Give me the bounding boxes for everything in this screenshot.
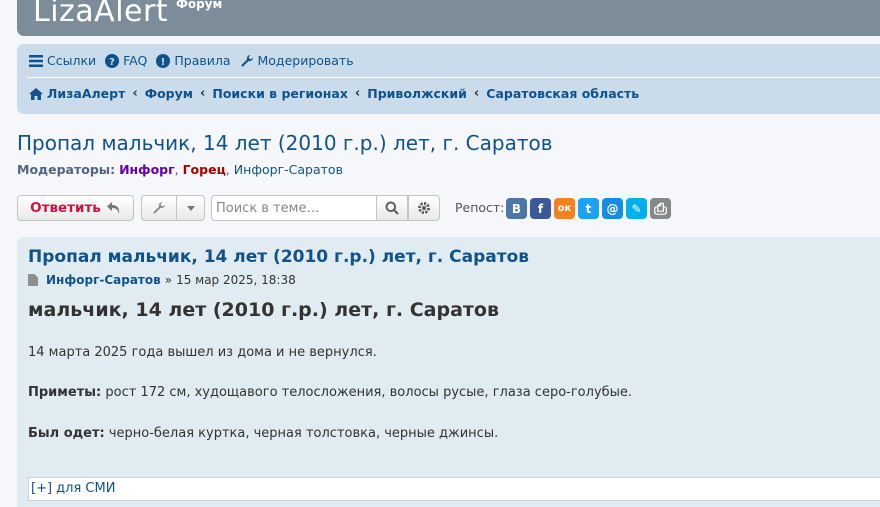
home-icon xyxy=(29,87,43,100)
media-spoiler-toggle[interactable]: [+] для СМИ xyxy=(28,477,880,501)
repost-label: Репост: xyxy=(455,200,505,215)
site-logo[interactable]: LizaAlert xyxy=(33,0,168,29)
quicklink-moderate[interactable]: Модерировать xyxy=(240,53,354,68)
quick-links: Ссылки ? FAQ ! Правила Модерировать xyxy=(29,53,354,68)
quicklink-faq[interactable]: ? FAQ xyxy=(105,53,147,68)
post-paragraph: Был одет: черно-белая куртка, черная тол… xyxy=(28,426,498,441)
reply-button[interactable]: Ответить xyxy=(17,195,134,221)
post-file-icon xyxy=(28,274,38,286)
breadcrumb-saratov[interactable]: Саратовская область xyxy=(486,86,639,101)
livejournal-icon[interactable]: ✎ xyxy=(626,198,647,219)
breadcrumb-separator: ‹ xyxy=(473,86,480,101)
caret-down-icon xyxy=(186,205,195,211)
search-button[interactable] xyxy=(376,195,408,221)
navbar: Ссылки ? FAQ ! Правила Модерировать Лиза… xyxy=(17,44,880,114)
breadcrumb-forum[interactable]: Форум xyxy=(145,86,193,101)
signs-label: Приметы: xyxy=(28,385,102,400)
svg-text:?: ? xyxy=(109,57,115,68)
quicklink-label: FAQ xyxy=(123,53,148,68)
moderator-link[interactable]: Инфорг-Саратов xyxy=(234,162,343,177)
reply-arrow-icon xyxy=(106,201,120,214)
wrench-icon xyxy=(152,201,165,214)
forum-label: Форум xyxy=(176,0,223,11)
site-header: LizaAlert Форум xyxy=(17,0,880,36)
reply-label: Ответить xyxy=(30,200,101,216)
odnoklassniki-icon[interactable]: ок xyxy=(554,198,575,219)
navbar-divider xyxy=(27,77,880,78)
clothes-label: Был одет: xyxy=(28,426,105,441)
post-paragraph: 14 марта 2025 года вышел из дома и не ве… xyxy=(28,345,377,360)
search-icon xyxy=(385,201,399,215)
clothes-text: черно-белая куртка, черная толстовка, че… xyxy=(104,426,499,441)
dropdown-divider xyxy=(175,196,177,220)
post-date-separator: » xyxy=(164,273,173,287)
twitter-icon[interactable]: t xyxy=(578,198,599,219)
wrench-icon xyxy=(240,54,253,67)
quicklink-links[interactable]: Ссылки xyxy=(29,53,96,68)
menu-icon xyxy=(29,54,43,67)
breadcrumb-separator: ‹ xyxy=(200,86,206,101)
post-paragraph: Приметы: рост 172 см, худощавого телосло… xyxy=(28,385,632,400)
advanced-search-button[interactable] xyxy=(408,195,440,221)
quicklink-label: Ссылки xyxy=(47,53,97,68)
post-meta: Инфорг-Саратов » 15 мар 2025, 18:38 xyxy=(28,273,296,287)
svg-text:!: ! xyxy=(161,57,166,68)
topic-title[interactable]: Пропал мальчик, 14 лет (2010 г.р.) лет, … xyxy=(17,131,553,155)
moderator-link[interactable]: Горец xyxy=(183,162,226,177)
moderators-label: Модераторы: xyxy=(17,162,116,177)
mailru-icon[interactable]: @ xyxy=(602,198,623,219)
vk-icon[interactable]: В xyxy=(506,198,527,219)
quicklink-label: Модерировать xyxy=(257,53,354,68)
facebook-icon[interactable]: f xyxy=(530,198,551,219)
exclamation-circle-icon: ! xyxy=(156,53,171,68)
post-title[interactable]: Пропал мальчик, 14 лет (2010 г.р.) лет, … xyxy=(28,247,529,267)
breadcrumb-separator: ‹ xyxy=(354,86,361,101)
breadcrumb: ЛизаАлерт ‹ Форум ‹ Поиски в регионах ‹ … xyxy=(29,86,639,101)
quicklink-rules[interactable]: ! Правила xyxy=(156,53,231,68)
post: Пропал мальчик, 14 лет (2010 г.р.) лет, … xyxy=(17,237,880,507)
post-date: 15 мар 2025, 18:38 xyxy=(176,273,296,287)
breadcrumb-regions[interactable]: Поиски в регионах xyxy=(212,86,348,101)
question-circle-icon: ? xyxy=(105,53,120,68)
print-icon[interactable]: ⎙ xyxy=(650,198,671,219)
moderators-line: Модераторы: Инфорг, Горец, Инфорг-Сарато… xyxy=(17,162,343,177)
topic-search-input[interactable]: Поиск в теме… xyxy=(211,195,377,221)
social-share-bar: В f ок t @ ✎ ⎙ xyxy=(506,198,671,219)
breadcrumb-separator: ‹ xyxy=(132,86,138,101)
breadcrumb-volga[interactable]: Приволжский xyxy=(367,86,467,101)
post-heading: мальчик, 14 лет (2010 г.р.) лет, г. Сара… xyxy=(28,299,499,321)
gear-icon xyxy=(418,202,430,214)
breadcrumb-home[interactable]: ЛизаАлерт xyxy=(47,86,125,101)
topic-tools-button[interactable] xyxy=(141,195,205,221)
moderator-link[interactable]: Инфорг xyxy=(119,162,175,177)
quicklink-label: Правила xyxy=(174,53,231,68)
post-author[interactable]: Инфорг-Саратов xyxy=(46,273,161,287)
signs-text: рост 172 см, худощавого телосложения, во… xyxy=(101,385,633,400)
